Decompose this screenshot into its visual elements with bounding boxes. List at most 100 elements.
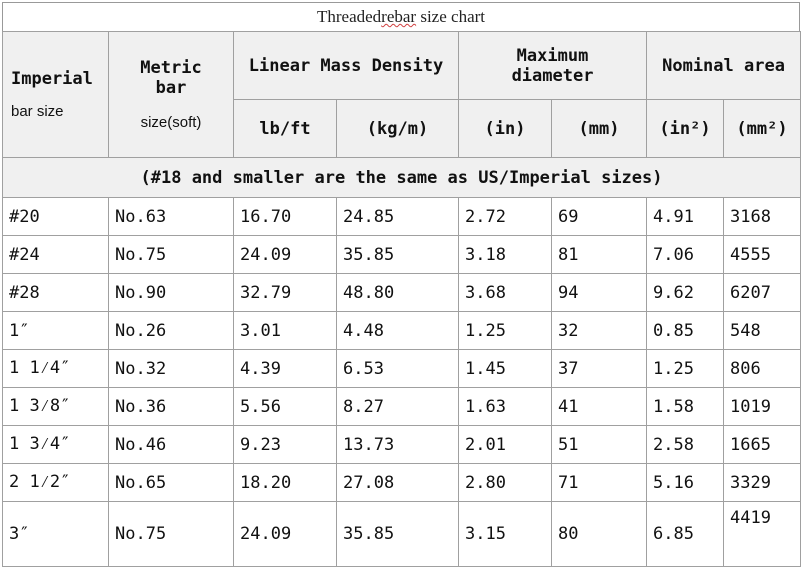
cell-imperial: 1 1⁄4″ bbox=[2, 349, 109, 388]
cell-imperial: #20 bbox=[2, 197, 109, 236]
cell-in2: 0.85 bbox=[646, 311, 725, 350]
header-unit-in2: (in²) bbox=[646, 99, 725, 158]
cell-mm: 80 bbox=[550, 501, 648, 567]
cell-metric: No.65 bbox=[108, 463, 234, 502]
cell-mm2: 548 bbox=[723, 311, 802, 350]
cell-in: 1.25 bbox=[458, 311, 552, 350]
header-metric-line2: bar bbox=[155, 78, 187, 98]
rebar-chart: Threadedrebar size chart Imperial bar si… bbox=[1, 2, 802, 567]
cell-in: 3.15 bbox=[458, 501, 552, 567]
title-squiggle-word: rebar bbox=[381, 7, 417, 26]
cell-in2: 4.91 bbox=[646, 197, 725, 236]
cell-mm2: 1019 bbox=[723, 387, 802, 426]
chart-title: Threadedrebar size chart bbox=[2, 2, 800, 31]
cell-in: 2.80 bbox=[458, 463, 552, 502]
size-table: Imperial bar size Metric bar size(soft) … bbox=[1, 31, 802, 567]
cell-kgm: 48.80 bbox=[336, 273, 459, 312]
cell-in2: 1.58 bbox=[646, 387, 725, 426]
cell-mm2: 806 bbox=[723, 349, 802, 388]
cell-metric: No.32 bbox=[108, 349, 234, 388]
cell-mm: 37 bbox=[550, 349, 648, 388]
cell-metric: No.75 bbox=[108, 501, 234, 567]
cell-mm: 69 bbox=[550, 197, 648, 236]
cell-mm: 32 bbox=[550, 311, 648, 350]
cell-mm2: 4555 bbox=[723, 235, 802, 274]
table-row: #24 No.75 24.09 35.85 3.18 81 7.06 4555 bbox=[2, 235, 802, 274]
header-max-diameter-line2: diameter bbox=[511, 65, 594, 86]
cell-in2: 6.85 bbox=[646, 501, 725, 567]
cell-mm2: 6207 bbox=[723, 273, 802, 312]
cell-kgm: 35.85 bbox=[336, 235, 459, 274]
cell-in: 3.68 bbox=[458, 273, 552, 312]
header-imperial: Imperial bar size bbox=[2, 31, 109, 158]
header-imperial-line1: Imperial bbox=[11, 69, 93, 89]
cell-mm: 71 bbox=[550, 463, 648, 502]
header-nominal-area: Nominal area bbox=[646, 31, 802, 100]
cell-mm2: 4419 bbox=[723, 501, 802, 567]
cell-lbft: 24.09 bbox=[233, 235, 337, 274]
cell-in2: 9.62 bbox=[646, 273, 725, 312]
table-row: 3″ No.75 24.09 35.85 3.15 80 6.85 4419 bbox=[2, 501, 802, 567]
cell-kgm: 13.73 bbox=[336, 425, 459, 464]
cell-in: 1.63 bbox=[458, 387, 552, 426]
header-unit-kgm: (kg/m) bbox=[336, 99, 459, 158]
cell-kgm: 35.85 bbox=[336, 501, 459, 567]
cell-mm: 94 bbox=[550, 273, 648, 312]
header-max-diameter: Maximum diameter bbox=[457, 31, 648, 100]
cell-metric: No.46 bbox=[108, 425, 234, 464]
cell-kgm: 8.27 bbox=[336, 387, 459, 426]
header-metric-line3: size(soft) bbox=[140, 114, 202, 131]
header-linear-mass: Linear Mass Density bbox=[233, 31, 459, 100]
cell-imperial: 1 3⁄8″ bbox=[2, 387, 109, 426]
cell-imperial: 3″ bbox=[2, 501, 109, 567]
cell-mm2: 3329 bbox=[723, 463, 802, 502]
table-row: 1 3⁄8″ No.36 5.56 8.27 1.63 41 1.58 1019 bbox=[2, 387, 802, 426]
cell-lbft: 16.70 bbox=[233, 197, 337, 236]
note-row: (#18 and smaller are the same as US/Impe… bbox=[1, 157, 802, 198]
cell-in2: 2.58 bbox=[646, 425, 725, 464]
cell-kgm: 6.53 bbox=[336, 349, 459, 388]
cell-kgm: 4.48 bbox=[336, 311, 459, 350]
cell-lbft: 3.01 bbox=[233, 311, 337, 350]
cell-imperial: #28 bbox=[2, 273, 109, 312]
cell-mm: 81 bbox=[550, 235, 648, 274]
cell-lbft: 18.20 bbox=[233, 463, 337, 502]
cell-in: 3.18 bbox=[458, 235, 552, 274]
cell-metric: No.63 bbox=[108, 197, 234, 236]
cell-lbft: 5.56 bbox=[233, 387, 337, 426]
cell-imperial: 1 3⁄4″ bbox=[2, 425, 109, 464]
header-unit-mm: (mm) bbox=[550, 99, 648, 158]
header-imperial-line2: bar size bbox=[11, 103, 64, 120]
cell-metric: No.26 bbox=[108, 311, 234, 350]
cell-in: 2.72 bbox=[458, 197, 552, 236]
cell-in: 2.01 bbox=[458, 425, 552, 464]
table-row: 2 1⁄2″ No.65 18.20 27.08 2.80 71 5.16 3329 bbox=[2, 463, 802, 502]
cell-mm: 41 bbox=[550, 387, 648, 426]
cell-mm2: 3168 bbox=[723, 197, 802, 236]
header-metric-line1: Metric bbox=[140, 58, 202, 78]
table-row: 1 3⁄4″ No.46 9.23 13.73 2.01 51 2.58 1665 bbox=[2, 425, 802, 464]
cell-in2: 7.06 bbox=[646, 235, 725, 274]
cell-lbft: 9.23 bbox=[233, 425, 337, 464]
cell-in: 1.45 bbox=[458, 349, 552, 388]
header-unit-lbft: lb/ft bbox=[233, 99, 337, 158]
table-row: 1 1⁄4″ No.32 4.39 6.53 1.45 37 1.25 806 bbox=[2, 349, 802, 388]
cell-imperial: 1″ bbox=[2, 311, 109, 350]
cell-in2: 5.16 bbox=[646, 463, 725, 502]
cell-mm: 51 bbox=[550, 425, 648, 464]
table-body: #20 No.63 16.70 24.85 2.72 69 4.91 3168 #24 No.75… bbox=[2, 197, 802, 567]
cell-kgm: 27.08 bbox=[336, 463, 459, 502]
cell-metric: No.75 bbox=[108, 235, 234, 274]
cell-metric: No.90 bbox=[108, 273, 234, 312]
header-unit-in: (in) bbox=[458, 99, 552, 158]
cell-metric: No.36 bbox=[108, 387, 234, 426]
cell-lbft: 32.79 bbox=[233, 273, 337, 312]
cell-kgm: 24.85 bbox=[336, 197, 459, 236]
table-row: #28 No.90 32.79 48.80 3.68 94 9.62 6207 bbox=[2, 273, 802, 312]
title-prefix: Threaded bbox=[316, 7, 382, 26]
cell-lbft: 4.39 bbox=[233, 349, 337, 388]
cell-mm2: 1665 bbox=[723, 425, 802, 464]
cell-lbft: 24.09 bbox=[233, 501, 337, 567]
table-row: #20 No.63 16.70 24.85 2.72 69 4.91 3168 bbox=[2, 197, 802, 236]
header-metric: Metric bar size(soft) bbox=[108, 31, 234, 158]
